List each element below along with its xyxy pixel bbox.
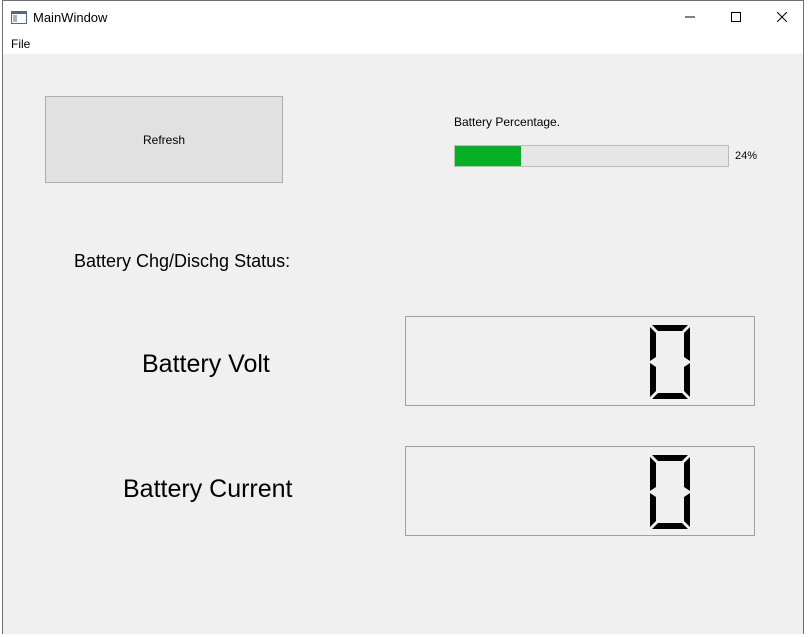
maximize-button[interactable]	[713, 1, 759, 33]
main-window: MainWindow File Refresh Battery Percenta…	[2, 0, 804, 634]
battery-percentage-text: 24%	[735, 150, 758, 162]
close-button[interactable]	[759, 1, 805, 33]
menu-bar: File	[3, 33, 803, 54]
battery-percentage-label: Battery Percentage.	[454, 115, 561, 129]
progress-fill	[455, 146, 521, 166]
close-icon	[777, 12, 787, 22]
svg-text:0: 0	[648, 323, 649, 324]
central-widget: Refresh Battery Percentage. 24% Battery …	[3, 54, 803, 634]
battery-percentage-progressbar	[454, 145, 729, 167]
refresh-button[interactable]: Refresh	[45, 96, 283, 183]
window-title: MainWindow	[33, 10, 108, 25]
title-bar[interactable]: MainWindow	[3, 1, 803, 33]
svg-text:0: 0	[648, 453, 649, 454]
minimize-icon	[685, 16, 695, 18]
battery-volt-lcd: 0	[405, 316, 755, 406]
battery-current-label: Battery Current	[123, 475, 293, 503]
window-app-icon	[11, 11, 27, 24]
desktop-background-right	[804, 0, 808, 637]
menu-file[interactable]: File	[11, 37, 30, 51]
minimize-button[interactable]	[667, 1, 713, 33]
battery-current-lcd: 0	[405, 446, 755, 536]
maximize-icon	[731, 12, 741, 22]
charge-status-label: Battery Chg/Dischg Status:	[74, 251, 291, 271]
current-lcd-digit: 0	[648, 453, 690, 529]
volt-lcd-digit: 0	[648, 323, 690, 399]
battery-volt-label: Battery Volt	[142, 350, 270, 378]
